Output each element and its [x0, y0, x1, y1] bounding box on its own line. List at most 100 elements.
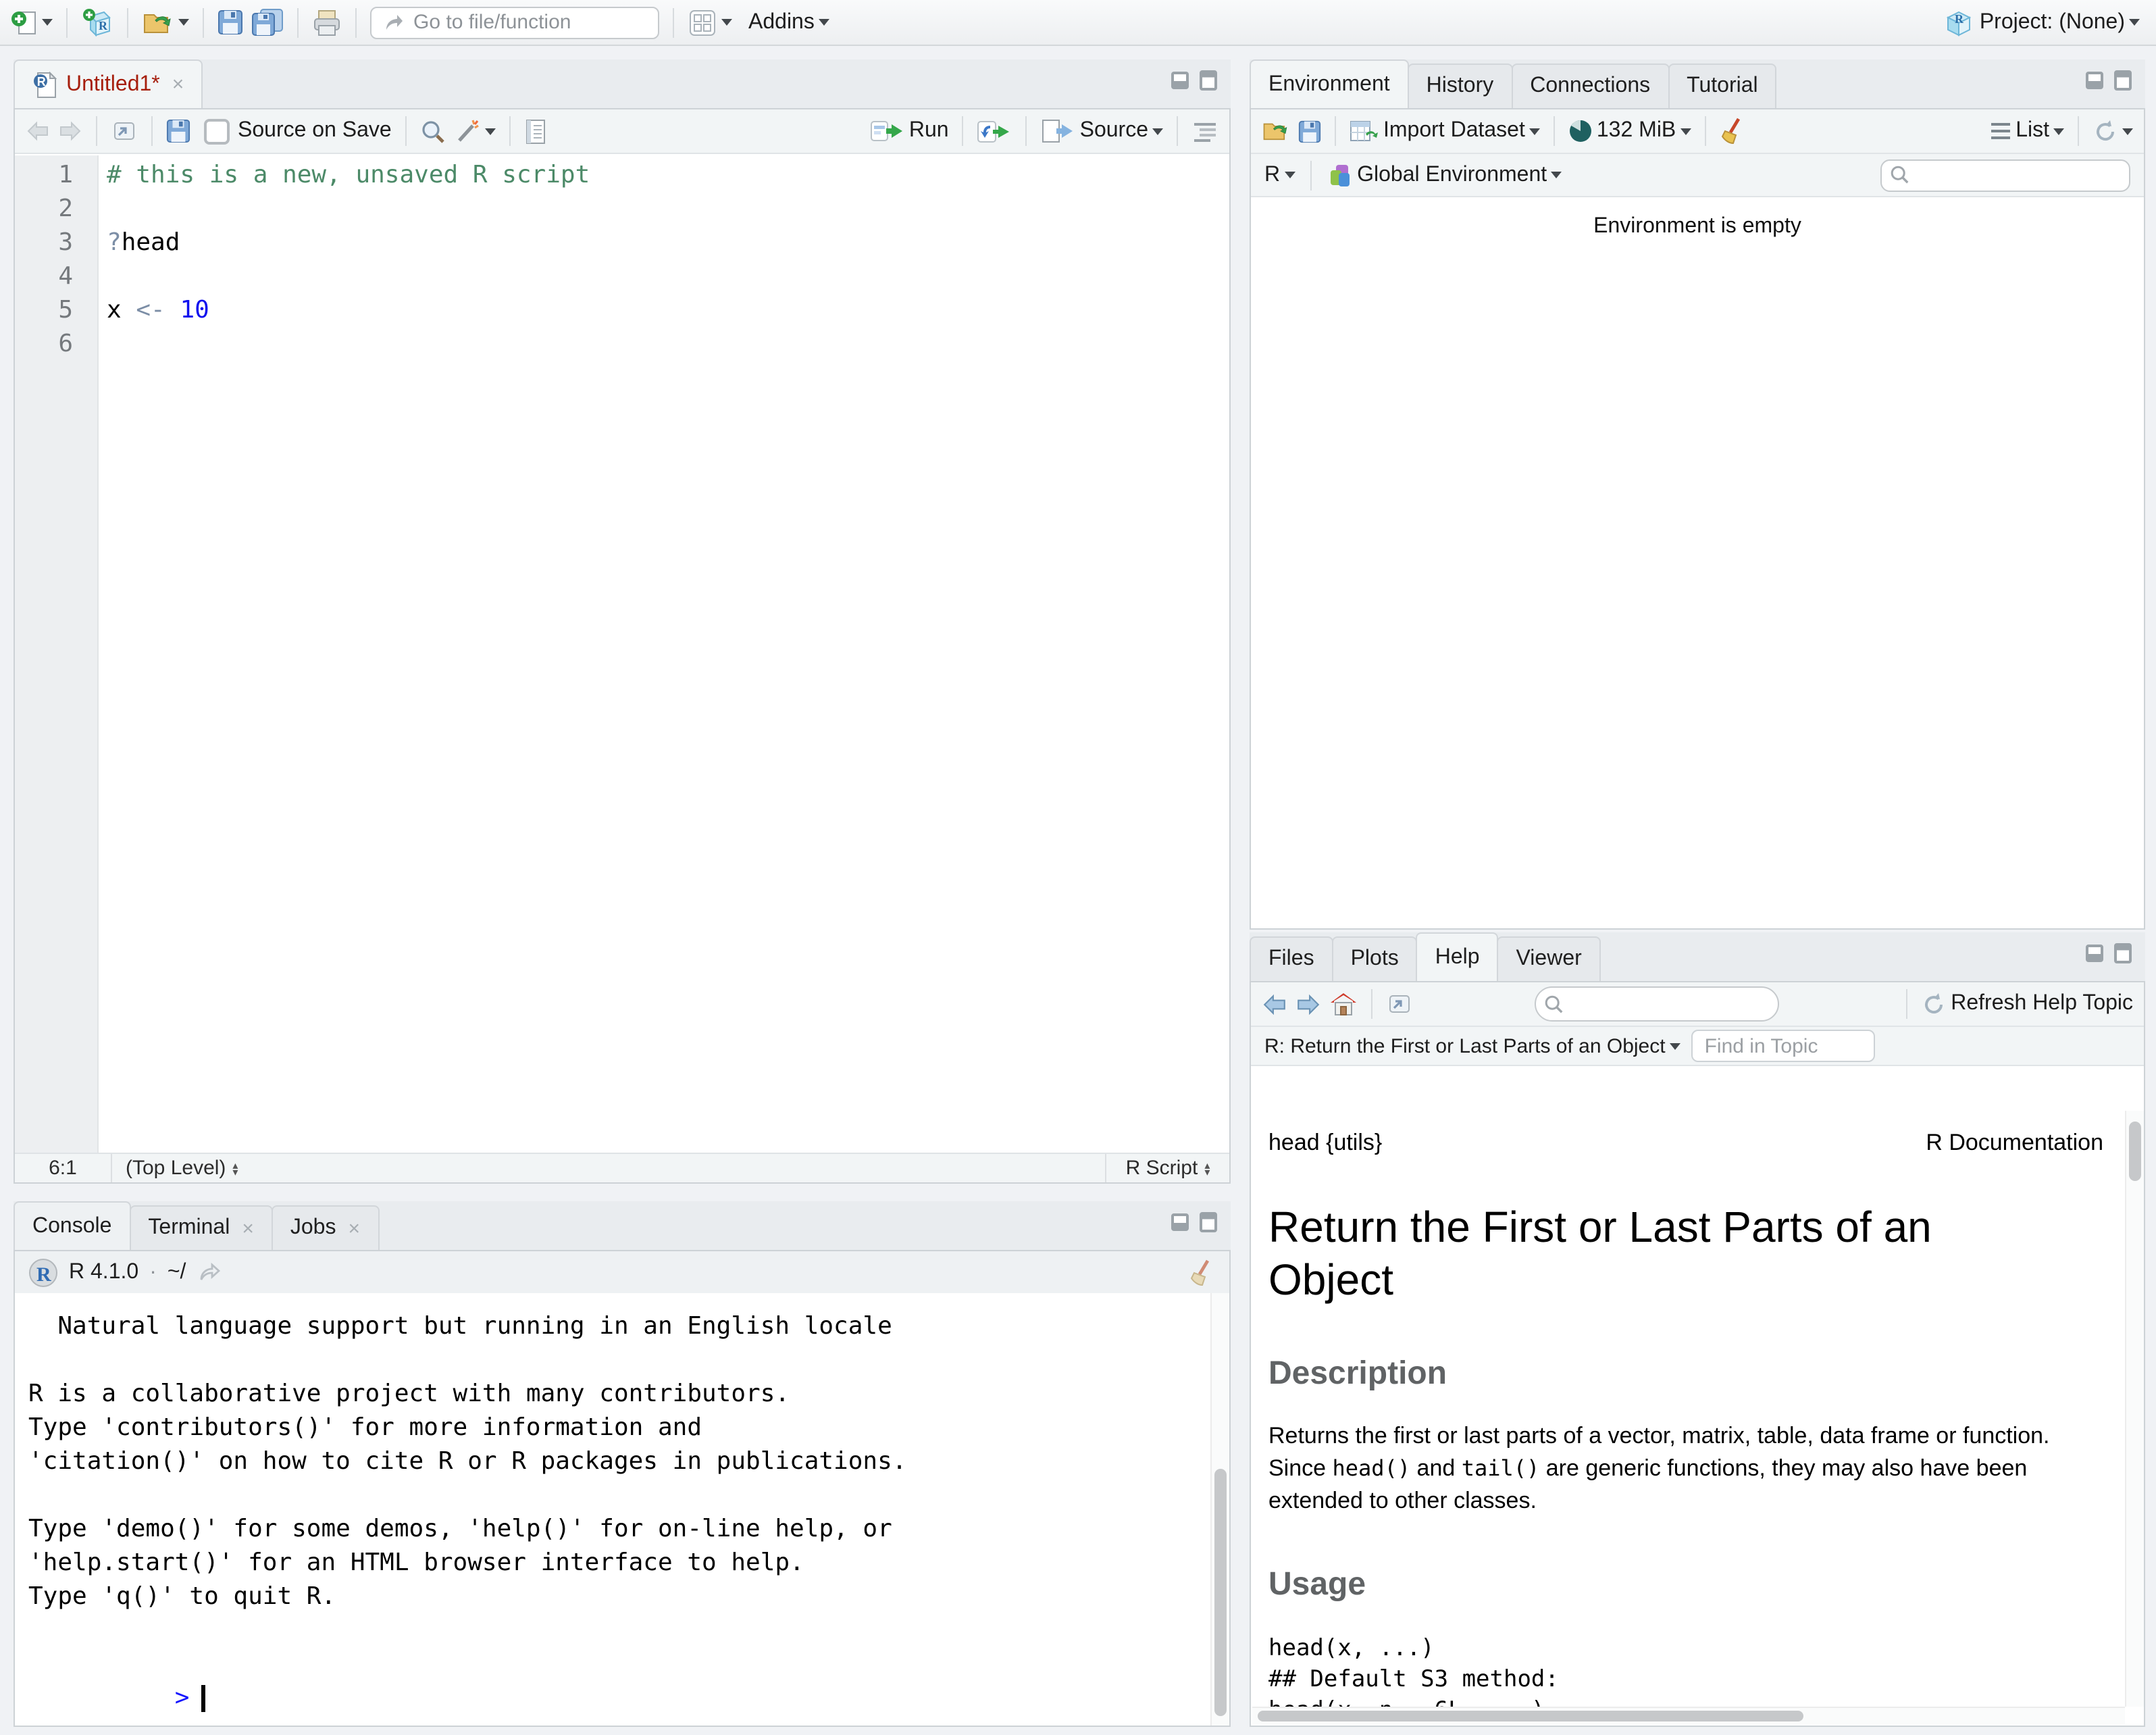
working-directory-link[interactable]: ~/ [168, 1260, 186, 1284]
help-scrollbar[interactable] [2125, 1111, 2144, 1707]
save-all-button[interactable] [251, 8, 284, 36]
minimize-icon[interactable] [2086, 72, 2103, 89]
refresh-help-topic-button[interactable]: Refresh Help Topic [1921, 991, 2133, 1017]
code-tools-button[interactable] [454, 118, 496, 145]
environment-layers-icon [1330, 164, 1350, 186]
help-search-input[interactable] [1535, 986, 1780, 1022]
tab-console[interactable]: Console [14, 1201, 131, 1250]
home-icon[interactable] [1329, 990, 1358, 1017]
tab-help[interactable]: Help [1416, 932, 1499, 981]
clear-console-broom-icon[interactable] [1189, 1257, 1216, 1287]
print-button[interactable] [312, 9, 342, 36]
minimize-icon[interactable] [1171, 1213, 1189, 1231]
console-line: Type 'contributors()' for more informati… [28, 1413, 702, 1442]
workspace-panes-button[interactable] [688, 7, 732, 37]
tab-tutorial[interactable]: Tutorial [1668, 64, 1777, 108]
tab-jobs[interactable]: Jobs × [271, 1205, 379, 1250]
new-file-button[interactable] [11, 9, 53, 36]
tab-viewer[interactable]: Viewer [1497, 936, 1601, 981]
environment-search-input[interactable] [1880, 159, 2130, 191]
console-line: 'help.start()' for an HTML browser inter… [28, 1549, 804, 1577]
memory-usage-button[interactable]: 132 MiB [1568, 119, 1691, 143]
usage-code-line: head(x, ...) [1268, 1635, 1435, 1662]
editor-tab-title: Untitled1* [66, 72, 160, 95]
popout-icon[interactable] [1386, 992, 1413, 1016]
help-back-icon[interactable] [1262, 992, 1287, 1015]
tab-close-icon[interactable]: × [242, 1217, 254, 1240]
minimize-icon[interactable] [2086, 945, 2103, 962]
maximize-icon[interactable] [1200, 70, 1217, 91]
console-line: R is a collaborative project with many c… [28, 1380, 790, 1408]
list-view-button[interactable]: List [1990, 119, 2064, 143]
find-in-topic-input[interactable]: Find in Topic [1691, 1030, 1875, 1062]
tab-close-icon[interactable]: × [172, 73, 184, 96]
source-on-save-checkbox[interactable] [204, 118, 230, 144]
back-icon[interactable] [26, 120, 50, 142]
save-button[interactable] [217, 9, 243, 35]
tab-console-label: Console [32, 1214, 112, 1237]
open-file-button[interactable] [142, 9, 189, 36]
maximize-icon[interactable] [2114, 70, 2132, 91]
minimize-icon[interactable] [1171, 72, 1189, 89]
help-scrollbar-thumb[interactable] [2129, 1122, 2141, 1181]
clear-objects-broom-icon[interactable] [1719, 116, 1746, 146]
import-dataset-button[interactable]: Import Dataset [1350, 119, 1540, 143]
tab-files[interactable]: Files [1250, 936, 1333, 981]
code-token: # this is a new, unsaved R script [107, 161, 590, 189]
console-output[interactable]: Natural language support but running in … [15, 1293, 1229, 1726]
document-outline-icon[interactable] [1191, 120, 1218, 142]
load-workspace-icon[interactable] [1262, 119, 1290, 143]
run-button[interactable]: Run [870, 119, 949, 143]
forward-icon[interactable] [58, 120, 82, 142]
console-scrollbar[interactable] [1210, 1293, 1229, 1726]
help-pane: Files Plots Help Viewer Refresh Help Top… [1250, 932, 2145, 1727]
environment-pane: Environment History Connections Tutorial [1250, 59, 2145, 930]
tab-history[interactable]: History [1407, 64, 1513, 108]
help-document[interactable]: head {utils} R Documentation Return the … [1251, 1111, 2144, 1707]
code-token: 10 [180, 296, 209, 324]
help-horizontal-scrollbar[interactable] [1252, 1707, 2125, 1724]
scope-selector[interactable]: (Top Level) ▴ ▾ [112, 1154, 251, 1182]
help-horizontal-scrollbar-thumb[interactable] [1258, 1711, 1803, 1721]
console-line: 'citation()' on how to cite R or R packa… [28, 1447, 907, 1476]
text-cursor [201, 1685, 206, 1712]
save-workspace-icon[interactable] [1298, 120, 1321, 143]
file-type-selector[interactable]: R Script ▴ ▾ [1105, 1154, 1229, 1182]
tab-connections[interactable]: Connections [1511, 64, 1670, 108]
code-editor[interactable]: 1 2 3 4 5 6 # this is a new, unsaved R script… [15, 155, 1229, 1153]
project-selector[interactable]: R Project: (None) [1943, 6, 2140, 39]
tab-terminal[interactable]: Terminal × [129, 1205, 273, 1250]
addins-button[interactable]: Addins [748, 10, 829, 34]
search-icon[interactable] [420, 118, 446, 144]
new-project-button[interactable]: R [81, 6, 113, 39]
environment-scope-selector[interactable]: Global Environment [1326, 161, 1562, 188]
help-forward-icon[interactable] [1295, 992, 1321, 1015]
tab-plots[interactable]: Plots [1331, 936, 1418, 981]
help-topic-selector[interactable]: R: Return the First or Last Parts of an … [1264, 1034, 1680, 1057]
source-button[interactable]: Source [1041, 119, 1163, 143]
rerun-icon[interactable] [977, 120, 1012, 143]
main-toolbar: R Go to file/function Addins R Project: … [0, 0, 2156, 46]
compile-report-icon[interactable] [524, 118, 547, 144]
new-file-icon [11, 11, 36, 34]
console-scrollbar-thumb[interactable] [1214, 1469, 1227, 1716]
line-number: 1 [58, 161, 73, 189]
usage-code-line: ## Default S3 method: [1268, 1666, 1559, 1693]
tab-terminal-label: Terminal [148, 1216, 230, 1239]
tab-environment[interactable]: Environment [1250, 59, 1409, 108]
tab-history-label: History [1426, 74, 1494, 97]
goto-file-input[interactable]: Go to file/function [370, 6, 659, 39]
popout-icon[interactable] [111, 119, 138, 143]
r-logo-icon: R [29, 1258, 57, 1286]
open-directory-arrow-icon[interactable] [197, 1261, 221, 1283]
editor-tab-untitled1[interactable]: R Untitled1* × [14, 59, 203, 108]
maximize-icon[interactable] [2114, 943, 2132, 963]
source-on-save-label: Source on Save [238, 119, 392, 142]
runtime-selector[interactable]: R [1264, 163, 1295, 187]
save-icon[interactable] [166, 119, 190, 143]
tab-close-icon[interactable]: × [348, 1217, 360, 1240]
import-dataset-icon [1350, 121, 1378, 141]
refresh-environment-button[interactable] [2093, 118, 2133, 144]
maximize-icon[interactable] [1200, 1212, 1217, 1232]
